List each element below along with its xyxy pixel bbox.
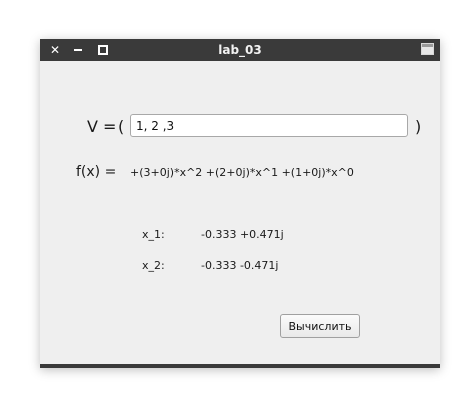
coefficients-input[interactable] — [130, 114, 408, 137]
fx-label: f(x) = — [76, 164, 117, 180]
root-1-label: x_1: — [142, 228, 165, 241]
calculate-button[interactable]: Вычислить — [280, 314, 360, 338]
root-2-value: -0.333 -0.471j — [201, 259, 279, 272]
titlebar: lab_03 ✕ — [40, 39, 440, 61]
minimize-icon[interactable] — [69, 39, 87, 61]
app-window: lab_03 ✕ V = ( ) f(x) = +(3+0j)*x^2 +(2+… — [40, 39, 440, 368]
close-icon[interactable]: ✕ — [46, 39, 64, 61]
window-bottom-border — [40, 364, 440, 368]
paren-open: ( — [118, 117, 125, 136]
window-menu-icon[interactable] — [421, 43, 434, 55]
v-label: V = — [87, 117, 117, 136]
root-1-value: -0.333 +0.471j — [201, 228, 284, 241]
root-2-label: x_2: — [142, 259, 165, 272]
maximize-icon[interactable] — [94, 39, 112, 61]
paren-close: ) — [415, 117, 422, 136]
polynomial-value: +(3+0j)*x^2 +(2+0j)*x^1 +(1+0j)*x^0 — [130, 166, 354, 179]
